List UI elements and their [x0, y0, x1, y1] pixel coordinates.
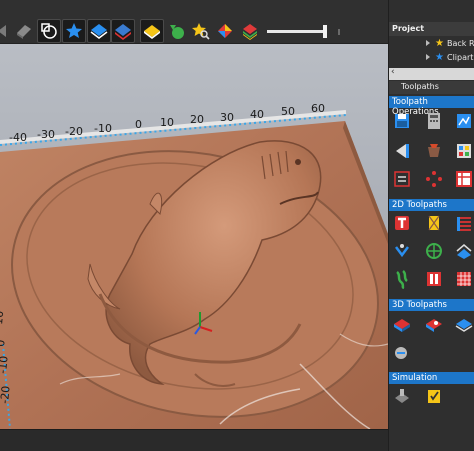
panel-collapse-bar[interactable]: ‹	[389, 67, 474, 80]
star-search-icon[interactable]	[189, 19, 213, 43]
merge-toolpath-icon[interactable]	[391, 168, 413, 190]
layer-blue-icon[interactable]	[87, 19, 111, 43]
section-header-simulation: Simulation	[389, 372, 474, 384]
right-panel: Project ★ Back Re ★ Clipart ‹ Toolpaths …	[388, 0, 474, 451]
table-icon[interactable]	[453, 168, 474, 190]
section-header-2d-toolpaths: 2D Toolpaths	[389, 199, 474, 211]
texture-toolpath-icon[interactable]	[391, 268, 413, 290]
vcarve-icon[interactable]	[391, 240, 413, 262]
ruler-label: -10	[94, 122, 112, 135]
ruler-label: -20	[65, 125, 83, 138]
preview-toolpath-icon[interactable]	[391, 140, 413, 162]
3d-roughing-icon[interactable]	[391, 313, 413, 335]
3d-finishing-icon[interactable]	[423, 313, 445, 335]
3d-scene: -40 -30 -20 -10 0 10 20 30 40 50 60 10 0…	[0, 102, 388, 429]
slider-end-marker	[338, 29, 340, 35]
ruler-label: 10	[160, 116, 174, 129]
side-ruler-label: -10	[0, 355, 11, 374]
tripod-icon[interactable]	[213, 19, 237, 43]
expand-arrow-icon[interactable]	[426, 40, 430, 46]
nodes-icon[interactable]	[423, 168, 445, 190]
project-item-label: Back Re	[447, 39, 474, 48]
project-header: Project	[389, 22, 474, 36]
section-header-toolpath-operations: Toolpath Operations	[389, 96, 474, 117]
ruler-label: -40	[9, 131, 27, 144]
star-icon: ★	[435, 52, 444, 63]
toolpath-list-icon[interactable]	[453, 140, 474, 162]
inlay-icon[interactable]	[423, 240, 445, 262]
expand-arrow-icon[interactable]	[426, 54, 430, 60]
shading-slider-thumb[interactable]	[323, 25, 328, 38]
ruler-label: 40	[250, 108, 264, 121]
ruler-label: -30	[37, 128, 55, 141]
shading-slider-track[interactable]	[267, 30, 327, 33]
star-icon: ★	[435, 38, 444, 49]
simulation-notes-icon[interactable]	[423, 385, 445, 407]
grid-toolpath-icon[interactable]	[453, 268, 474, 290]
toolpaths-tab[interactable]: Toolpaths	[389, 81, 474, 94]
calculator-icon[interactable]	[423, 110, 445, 132]
profile-toolpath-icon[interactable]	[391, 212, 413, 234]
diamond-yellow-icon[interactable]	[140, 19, 164, 43]
layer-red-icon[interactable]	[111, 19, 135, 43]
application-window: -40 -30 -20 -10 0 10 20 30 40 50 60 10 0…	[0, 0, 474, 451]
tool-database-icon[interactable]	[423, 140, 445, 162]
project-item[interactable]: ★ Back Re	[389, 38, 474, 51]
section-header-3d-toolpaths: 3D Toolpaths	[389, 299, 474, 311]
select-vectors-icon[interactable]	[12, 19, 36, 43]
simulate-toolpath-icon[interactable]	[391, 385, 413, 407]
collapse-label: ‹	[391, 67, 395, 77]
green-circle-icon[interactable]	[165, 19, 189, 43]
toolpath-template-icon[interactable]	[453, 110, 474, 132]
pocket-toolpath-icon[interactable]	[423, 212, 445, 234]
star-view-icon[interactable]	[62, 19, 86, 43]
project-item[interactable]: ★ Clipart	[389, 52, 474, 65]
ruler-label: 0	[135, 118, 142, 131]
3d-viewport[interactable]: -40 -30 -20 -10 0 10 20 30 40 50 60 10 0…	[0, 44, 388, 429]
moulding-icon[interactable]	[453, 240, 474, 262]
3d-profile-icon[interactable]	[453, 313, 474, 335]
fluting-icon[interactable]	[423, 268, 445, 290]
project-item-label: Clipart	[447, 53, 474, 62]
node-edit-icon[interactable]	[37, 19, 61, 43]
ruler-label: 50	[281, 105, 295, 118]
ruler-label: 60	[311, 102, 325, 115]
side-ruler-label: -20	[0, 385, 13, 404]
stripes-icon[interactable]	[238, 19, 262, 43]
toolpaths-tab-label: Toolpaths	[401, 82, 439, 91]
side-ruler-label: 0	[0, 339, 8, 347]
status-bar	[0, 429, 388, 451]
ruler-label: 30	[220, 111, 234, 124]
ruler-label: 20	[190, 113, 204, 126]
main-toolbar	[0, 0, 388, 44]
prism-icon[interactable]	[391, 342, 413, 364]
save-toolpath-icon[interactable]	[391, 110, 413, 132]
drilling-toolpath-icon[interactable]	[453, 212, 474, 234]
